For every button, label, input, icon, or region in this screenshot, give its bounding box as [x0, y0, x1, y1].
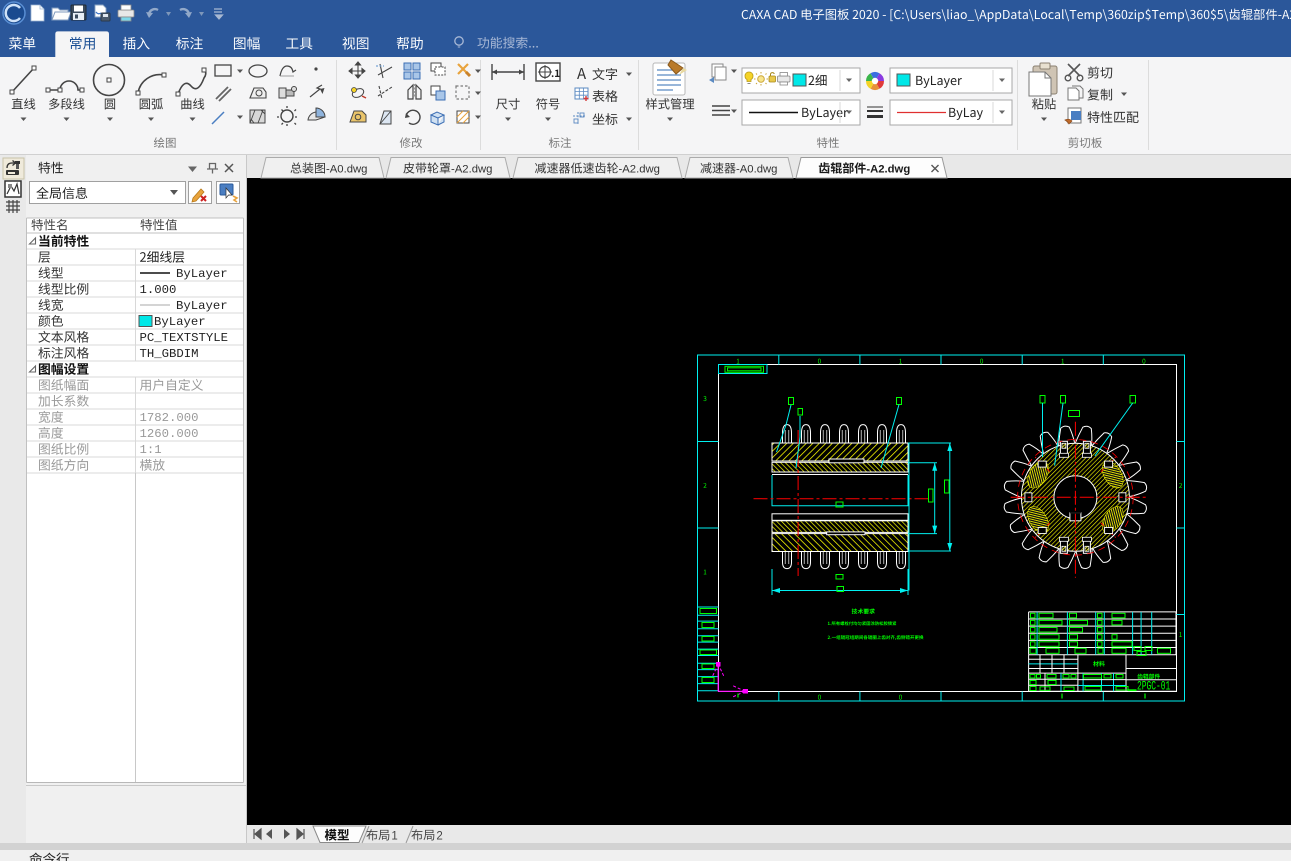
- svg-text:1782.000: 1782.000: [140, 411, 199, 425]
- svg-text:2PGC-01: 2PGC-01: [1137, 680, 1170, 694]
- svg-text:-A0.dwg: -A0.dwg: [326, 164, 367, 176]
- svg-text:-A0.dwg: -A0.dwg: [736, 164, 777, 176]
- svg-text:1.000: 1.000: [140, 283, 177, 297]
- svg-text:1: 1: [391, 831, 397, 843]
- svg-text:1260.000: 1260.000: [140, 427, 199, 441]
- svg-text:1:1: 1:1: [140, 443, 162, 457]
- svg-text:-A2.dwg: -A2.dwg: [451, 164, 492, 176]
- svg-text:-A2.dwg: -A2.dwg: [866, 164, 910, 176]
- svg-text:ByLayer: ByLayer: [176, 267, 228, 281]
- svg-text:TH_GBDIM: TH_GBDIM: [140, 347, 199, 361]
- svg-text:2: 2: [436, 831, 442, 843]
- svg-text:ByLayer: ByLayer: [154, 315, 206, 329]
- svg-text:-A2.dwg: -A2.dwg: [619, 164, 660, 176]
- svg-text:PC_TEXTSTYLE: PC_TEXTSTYLE: [140, 331, 229, 345]
- svg-text:ByLayer: ByLayer: [176, 299, 228, 313]
